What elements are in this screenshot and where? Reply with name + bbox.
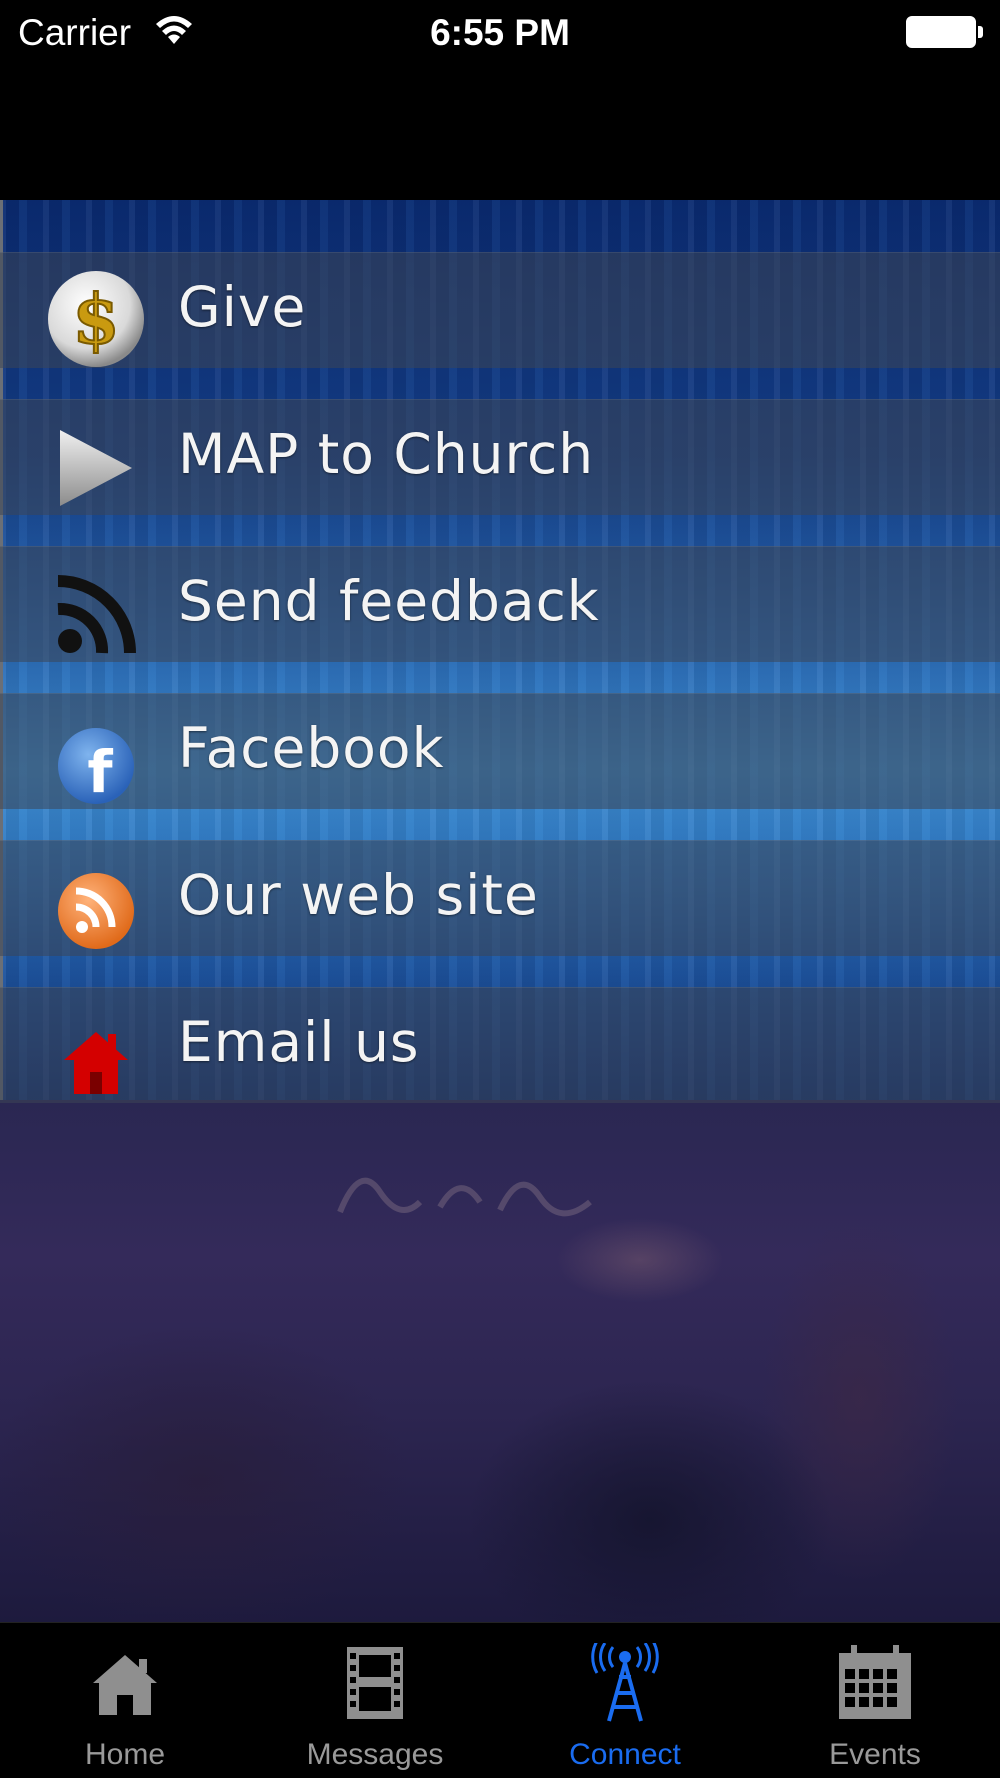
tab-label: Connect	[569, 1738, 681, 1771]
tab-label: Messages	[306, 1738, 444, 1771]
dollar-coin-icon: $	[48, 271, 144, 367]
battery-tip	[978, 26, 983, 38]
tab-label: Home	[84, 1738, 166, 1771]
tab-label: Events	[829, 1738, 921, 1771]
menu-item-label: Our web site	[178, 863, 539, 927]
menu-item-our-web-site[interactable]: Our web site	[0, 840, 1000, 956]
menu-item-give[interactable]: $ Give	[0, 252, 1000, 368]
connect-content: $ Give MAP to Church Send feedback f Fac…	[0, 200, 1000, 1622]
radio-tower-icon	[591, 1643, 659, 1722]
tab-events[interactable]: Events	[750, 1623, 1000, 1778]
status-bar: Carrier 6:55 PM	[0, 0, 1000, 64]
app-screen: Carrier 6:55 PM $ Give MAP to Church Sen…	[0, 0, 1000, 1778]
facebook-icon: f	[58, 728, 134, 806]
menu-item-facebook[interactable]: f Facebook	[0, 693, 1000, 809]
svg-text:$: $	[72, 280, 119, 360]
status-time: 6:55 PM	[430, 12, 570, 53]
church-photo	[0, 1100, 1000, 1622]
home-icon	[93, 1655, 157, 1715]
feed-icon	[57, 575, 136, 654]
red-house-icon	[64, 1032, 128, 1094]
menu-item-label: Facebook	[178, 716, 445, 780]
menu-item-map-to-church[interactable]: MAP to Church	[0, 399, 1000, 515]
menu-item-email-us[interactable]: Email us	[0, 987, 1000, 1103]
menu-item-send-feedback[interactable]: Send feedback	[0, 546, 1000, 662]
calendar-icon	[839, 1645, 911, 1719]
tab-connect[interactable]: Connect	[500, 1623, 750, 1778]
rss-icon	[58, 873, 134, 949]
tab-messages[interactable]: Messages	[250, 1623, 500, 1778]
wall-lettering-image	[337, 1177, 592, 1217]
menu-item-label: MAP to Church	[178, 422, 595, 486]
menu-item-label: Send feedback	[178, 569, 600, 633]
menu-item-label: Email us	[178, 1010, 420, 1074]
battery-icon	[906, 16, 976, 48]
tab-home[interactable]: Home	[0, 1623, 250, 1778]
tab-bar: Home Messages Connect Events	[0, 1622, 1000, 1778]
menu-item-label: Give	[178, 275, 307, 339]
play-arrow-icon	[60, 430, 132, 506]
svg-text:f: f	[87, 738, 113, 806]
film-strip-icon	[347, 1647, 403, 1719]
